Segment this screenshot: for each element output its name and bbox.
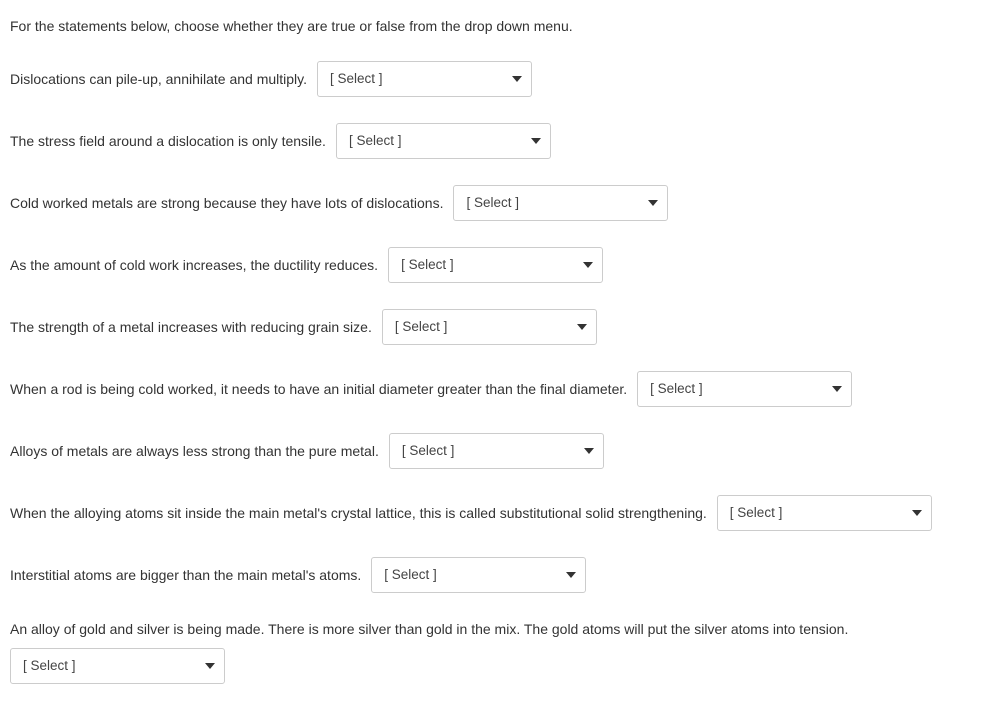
answer-select[interactable]: [ Select ] bbox=[388, 247, 603, 283]
question-row: Alloys of metals are always less strong … bbox=[10, 433, 972, 469]
answer-select[interactable]: [ Select ] bbox=[389, 433, 604, 469]
question-text: As the amount of cold work increases, th… bbox=[10, 255, 378, 276]
select-wrap: [ Select ] bbox=[371, 557, 586, 593]
answer-select[interactable]: [ Select ] bbox=[382, 309, 597, 345]
question-row: An alloy of gold and silver is being mad… bbox=[10, 619, 972, 684]
select-wrap: [ Select ] bbox=[637, 371, 852, 407]
select-wrap: [ Select ] bbox=[453, 185, 668, 221]
select-wrap: [ Select ] bbox=[382, 309, 597, 345]
answer-select[interactable]: [ Select ] bbox=[717, 495, 932, 531]
question-text: When a rod is being cold worked, it need… bbox=[10, 379, 627, 400]
question-row: As the amount of cold work increases, th… bbox=[10, 247, 972, 283]
question-text: An alloy of gold and silver is being mad… bbox=[10, 619, 848, 640]
question-row: Cold worked metals are strong because th… bbox=[10, 185, 972, 221]
answer-select[interactable]: [ Select ] bbox=[453, 185, 668, 221]
question-text: When the alloying atoms sit inside the m… bbox=[10, 503, 707, 524]
question-text: Interstitial atoms are bigger than the m… bbox=[10, 565, 361, 586]
select-wrap: [ Select ] bbox=[336, 123, 551, 159]
question-row: Dislocations can pile-up, annihilate and… bbox=[10, 61, 972, 97]
question-row: Interstitial atoms are bigger than the m… bbox=[10, 557, 972, 593]
select-wrap: [ Select ] bbox=[389, 433, 604, 469]
question-text: Cold worked metals are strong because th… bbox=[10, 193, 443, 214]
question-text: The strength of a metal increases with r… bbox=[10, 317, 372, 338]
question-row: The strength of a metal increases with r… bbox=[10, 309, 972, 345]
instructions-text: For the statements below, choose whether… bbox=[10, 16, 972, 37]
select-wrap: [ Select ] bbox=[717, 495, 932, 531]
question-row: When the alloying atoms sit inside the m… bbox=[10, 495, 972, 531]
answer-select[interactable]: [ Select ] bbox=[317, 61, 532, 97]
answer-select[interactable]: [ Select ] bbox=[371, 557, 586, 593]
select-wrap: [ Select ] bbox=[388, 247, 603, 283]
question-text: Alloys of metals are always less strong … bbox=[10, 441, 379, 462]
question-row: When a rod is being cold worked, it need… bbox=[10, 371, 972, 407]
answer-select[interactable]: [ Select ] bbox=[10, 648, 225, 684]
answer-select[interactable]: [ Select ] bbox=[637, 371, 852, 407]
select-wrap: [ Select ] bbox=[317, 61, 532, 97]
answer-select[interactable]: [ Select ] bbox=[336, 123, 551, 159]
select-wrap: [ Select ] bbox=[10, 648, 225, 684]
question-row: The stress field around a dislocation is… bbox=[10, 123, 972, 159]
question-text: The stress field around a dislocation is… bbox=[10, 131, 326, 152]
question-text: Dislocations can pile-up, annihilate and… bbox=[10, 69, 307, 90]
